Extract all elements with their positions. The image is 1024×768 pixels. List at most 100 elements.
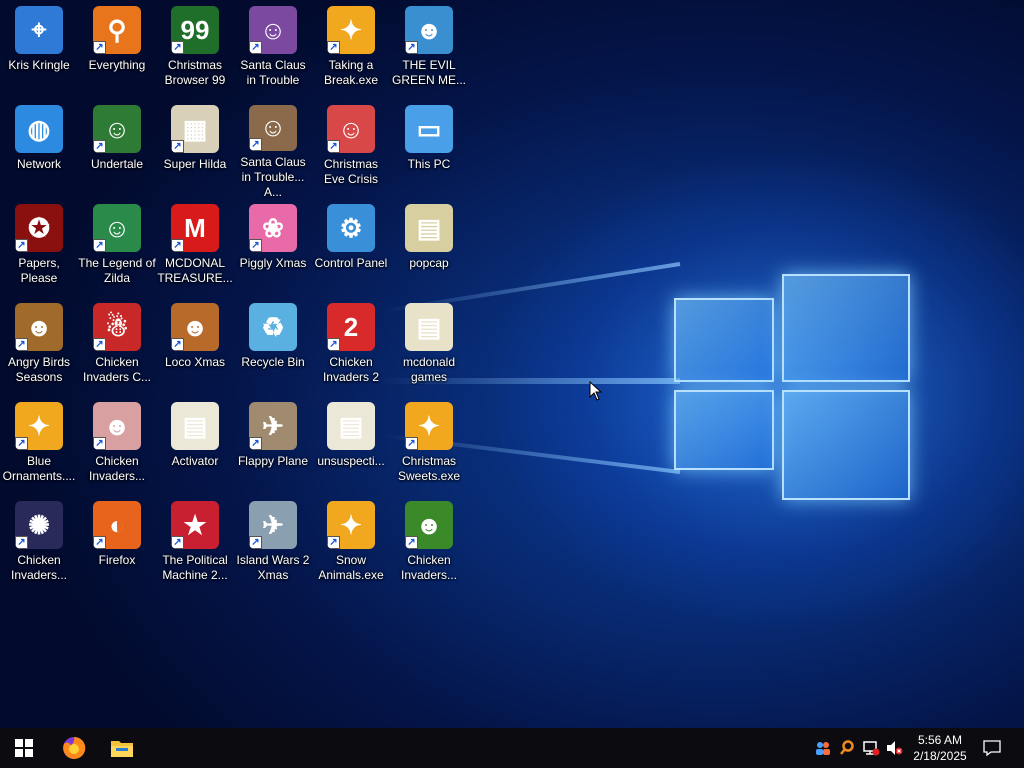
desktop-icon-label: Chicken Invaders... [10, 553, 68, 582]
app-glyph-icon: ⚙ [339, 212, 363, 243]
desktop-icon[interactable]: ☻ ↗ THE EVIL GREEN ME... [390, 0, 468, 99]
desktop-icon[interactable]: ✈ ↗ Flappy Plane [234, 396, 312, 495]
app-glyph-icon: ❀ [262, 212, 284, 243]
desktop-icon[interactable]: ▤ unsuspecti... [312, 396, 390, 495]
desktop-icon-label: Network [16, 157, 61, 171]
desktop-icon[interactable]: ✦ ↗ Blue Ornaments.... [0, 396, 78, 495]
desktop-icon[interactable]: ☃ ↗ Chicken Invaders C... [78, 297, 156, 396]
tray-people-button[interactable] [812, 728, 834, 768]
desktop-icon[interactable]: ▤ popcap [390, 198, 468, 297]
taskbar-clock[interactable]: 5:56 AM 2/18/2025 [905, 728, 975, 768]
network-icon [863, 741, 880, 756]
desktop-icon-label: Chicken Invaders... [400, 553, 458, 582]
desktop-icon[interactable]: ☺ ↗ Santa Claus in Trouble... A... [234, 99, 312, 198]
shortcut-arrow-icon: ↗ [249, 239, 262, 252]
app-glyph-icon: ✦ [28, 410, 50, 441]
app-glyph-icon: 99 [180, 14, 210, 45]
logo-pane [782, 274, 910, 382]
app-icon: ☺ ↗ [93, 105, 141, 153]
desktop-icon[interactable]: ★ ↗ The Political Machine 2... [156, 495, 234, 594]
shortcut-arrow-icon: ↗ [15, 338, 28, 351]
tray-network-button[interactable] [860, 728, 882, 768]
desktop-icon[interactable]: ☻ ↗ Chicken Invaders... [390, 495, 468, 594]
start-button[interactable] [0, 728, 48, 768]
taskbar-firefox-button[interactable] [50, 728, 98, 768]
desktop-icon[interactable]: ✦ ↗ Taking a Break.exe [312, 0, 390, 99]
volume-muted-icon [887, 741, 903, 755]
shortcut-arrow-icon: ↗ [93, 338, 106, 351]
app-icon: ✦ ↗ [405, 402, 453, 450]
desktop-icon[interactable]: ☻ ↗ Chicken Invaders... [78, 396, 156, 495]
desktop-icon[interactable]: ◐ ↗ Firefox [78, 495, 156, 594]
shortcut-arrow-icon: ↗ [327, 41, 340, 54]
desktop-icon-label: The Political Machine 2... [162, 553, 228, 582]
shortcut-arrow-icon: ↗ [405, 536, 418, 549]
shortcut-arrow-icon: ↗ [405, 437, 418, 450]
desktop-icon[interactable]: 2 ↗ Chicken Invaders 2 [312, 297, 390, 396]
app-glyph-icon: ✦ [418, 410, 440, 441]
app-icon: M ↗ [171, 204, 219, 252]
action-center-icon [983, 740, 1001, 756]
desktop-icon[interactable]: ☻ ↗ Loco Xmas [156, 297, 234, 396]
clock-time: 5:56 AM [917, 733, 963, 747]
desktop-icon[interactable]: ✈ ↗ Island Wars 2 Xmas [234, 495, 312, 594]
desktop-icon[interactable]: 99 ↗ Christmas Browser 99 [156, 0, 234, 99]
desktop-icon-label: Kris Kringle [8, 58, 70, 72]
app-icon: ▭ [405, 105, 453, 153]
shortcut-arrow-icon: ↗ [405, 41, 418, 54]
desktop[interactable]: ⌖ Kris Kringle ⚲ ↗ Everything 99 ↗ Christmas Br… [0, 0, 1024, 728]
taskbar-file-explorer-button[interactable] [98, 728, 146, 768]
shortcut-arrow-icon: ↗ [93, 536, 106, 549]
desktop-icon-label: Christmas Eve Crisis [323, 157, 378, 186]
desktop-icon[interactable]: ☺ ↗ Santa Claus in Trouble [234, 0, 312, 99]
app-glyph-icon: ▦ [182, 113, 208, 144]
search-icon [840, 740, 854, 755]
desktop-icon[interactable]: ▭ This PC [390, 99, 468, 198]
app-icon: ▤ [405, 204, 453, 252]
shortcut-arrow-icon: ↗ [171, 140, 184, 153]
app-icon: ◐ ↗ [93, 501, 141, 549]
app-glyph-icon: M [184, 212, 206, 243]
desktop-icon[interactable]: ✦ ↗ Christmas Sweets.exe [390, 396, 468, 495]
desktop-icon[interactable]: ✦ ↗ Snow Animals.exe [312, 495, 390, 594]
shortcut-arrow-icon: ↗ [327, 140, 340, 153]
desktop-icon[interactable]: ▤ mcdonald games [390, 297, 468, 396]
desktop-icon-label: Snow Animals.exe [318, 553, 384, 582]
tray-volume-button[interactable] [884, 728, 906, 768]
desktop-icon[interactable]: ♻ Recycle Bin [234, 297, 312, 396]
app-glyph-icon: ▭ [416, 113, 442, 144]
app-glyph-icon: ☺ [259, 14, 287, 45]
app-glyph-icon: ▤ [182, 410, 208, 441]
app-icon: ★ ↗ [171, 501, 219, 549]
desktop-icon[interactable]: ⌖ Kris Kringle [0, 0, 78, 99]
desktop-icon[interactable]: ❀ ↗ Piggly Xmas [234, 198, 312, 297]
app-glyph-icon: ◍ [27, 113, 51, 144]
shortcut-arrow-icon: ↗ [171, 338, 184, 351]
desktop-icon-label: Recycle Bin [241, 355, 305, 369]
app-icon: ☻ ↗ [15, 303, 63, 351]
action-center-button[interactable] [978, 728, 1006, 768]
desktop-icon[interactable]: ✪ ↗ Papers, Please [0, 198, 78, 297]
desktop-icon[interactable]: ☺ ↗ Undertale [78, 99, 156, 198]
app-icon: ❀ ↗ [249, 204, 297, 252]
logo-pane [782, 390, 910, 500]
tray-search-button[interactable] [836, 728, 858, 768]
desktop-icon[interactable]: ⚙ Control Panel [312, 198, 390, 297]
desktop-icon[interactable]: ✺ ↗ Chicken Invaders... [0, 495, 78, 594]
app-glyph-icon: ✈ [262, 509, 284, 540]
app-icon: ⚙ [327, 204, 375, 252]
desktop-icon[interactable]: ▤ Activator [156, 396, 234, 495]
desktop-icon[interactable]: ☻ ↗ Angry Birds Seasons [0, 297, 78, 396]
desktop-icon[interactable]: ⚲ ↗ Everything [78, 0, 156, 99]
shortcut-arrow-icon: ↗ [93, 239, 106, 252]
app-glyph-icon: ◐ [109, 509, 125, 540]
app-glyph-icon: ♻ [261, 311, 285, 342]
app-icon: ☃ ↗ [93, 303, 141, 351]
desktop-icon[interactable]: ◍ Network [0, 99, 78, 198]
desktop-icon-label: Chicken Invaders... [88, 454, 146, 483]
desktop-icon[interactable]: ☺ ↗ Christmas Eve Crisis [312, 99, 390, 198]
desktop-icon[interactable]: ▦ ↗ Super Hilda [156, 99, 234, 198]
desktop-icon[interactable]: M ↗ MCDONAL TREASURE... [156, 198, 234, 297]
desktop-icon[interactable]: ☺ ↗ The Legend of Zilda [78, 198, 156, 297]
desktop-icon-label: Activator [171, 454, 219, 468]
